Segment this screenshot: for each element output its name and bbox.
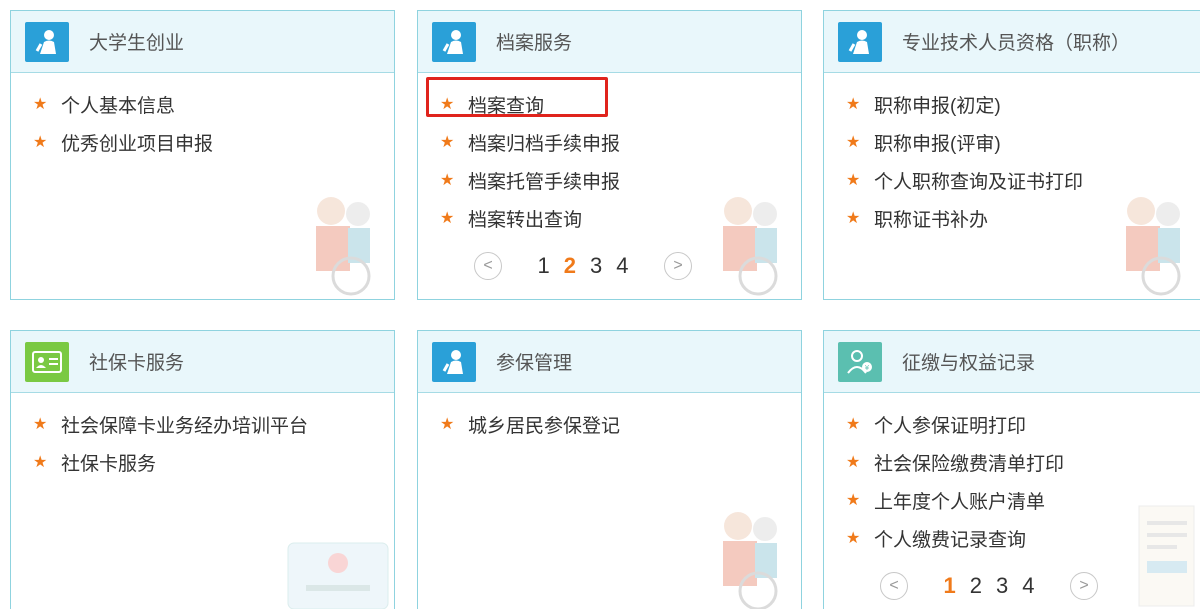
- card-header: 社保卡服务: [11, 331, 394, 393]
- pager-prev-button[interactable]: <: [880, 572, 908, 600]
- list-item[interactable]: ★ 社会保障卡业务经办培训平台: [11, 405, 394, 443]
- list-item[interactable]: ★ 个人参保证明打印: [824, 405, 1200, 443]
- elderly-illustration-icon: [723, 197, 778, 296]
- page-link[interactable]: 1: [538, 253, 550, 279]
- item-label: 个人缴费记录查询: [874, 529, 1027, 551]
- pagination: < 1 2 3 4 >: [474, 251, 692, 281]
- item-label: 社会保障卡业务经办培训平台: [61, 415, 309, 437]
- star-icon: ★: [846, 134, 861, 151]
- item-label: 档案归档手续申报: [468, 133, 621, 155]
- item-label: 档案转出查询: [468, 209, 583, 231]
- list-item[interactable]: ★ 城乡居民参保登记: [418, 405, 801, 443]
- item-label: 档案托管手续申报: [468, 171, 621, 193]
- card-social-security-card: 社保卡服务 ★ 社会保障卡业务经办培训平台 ★ 社保卡服务: [10, 330, 395, 609]
- item-label: 个人职称查询及证书打印: [874, 171, 1084, 193]
- page-link[interactable]: 4: [616, 253, 628, 279]
- item-label: 城乡居民参保登记: [468, 415, 621, 437]
- pager-pages: 1 2 3 4: [502, 253, 664, 279]
- list-item[interactable]: ★ 优秀创业项目申报: [11, 123, 394, 161]
- elderly-illustration-icon: [316, 197, 371, 296]
- item-label: 职称申报(初定): [874, 95, 1001, 117]
- item-label: 社会保险缴费清单打印: [874, 453, 1065, 475]
- receipts-illustration-icon: [1138, 505, 1195, 607]
- item-label: 职称申报(评审): [874, 133, 1001, 155]
- star-icon: ★: [33, 134, 48, 151]
- card-archives: 档案服务 ★ 档案查询 ★ 档案归档手续申报 ★ 档案托管手续申报 ★ 档案转出查询 <…: [417, 10, 802, 300]
- person-icon: [432, 341, 476, 382]
- person-icon: [838, 21, 882, 62]
- star-icon: ★: [846, 96, 861, 113]
- star-icon: ★: [846, 530, 861, 547]
- chevron-right-icon: >: [1079, 577, 1089, 594]
- list-item[interactable]: ★ 个人基本信息: [11, 85, 394, 123]
- card-header: 档案服务: [418, 11, 801, 73]
- card-contribution-records: ¥ 征缴与权益记录 ★ 个人参保证明打印 ★ 社会保险缴费清单打印 ★ 上年度个人账户…: [823, 330, 1200, 609]
- person-icon: [432, 21, 476, 62]
- elderly-illustration-icon: [1126, 197, 1181, 296]
- pager-prev-button[interactable]: <: [474, 252, 502, 280]
- star-icon: ★: [440, 416, 455, 433]
- list-item[interactable]: ★ 职称申报(评审): [824, 123, 1200, 161]
- list-item-archive-query[interactable]: ★ 档案查询: [418, 85, 801, 123]
- page-link-current[interactable]: 1: [944, 573, 956, 599]
- card-header: 专业技术人员资格（职称）: [824, 11, 1200, 73]
- star-icon: ★: [33, 96, 48, 113]
- chevron-right-icon: >: [673, 257, 683, 274]
- card-title: 社保卡服务: [89, 353, 185, 374]
- card-professional-title: 专业技术人员资格（职称） ★ 职称申报(初定) ★ 职称申报(评审) ★ 个人职称查询…: [823, 10, 1200, 300]
- id-card-icon: [25, 341, 69, 382]
- list-item[interactable]: ★ 社保卡服务: [11, 443, 394, 481]
- item-label: 职称证书补办: [874, 209, 989, 231]
- card-header: ¥ 征缴与权益记录: [824, 331, 1200, 393]
- list-item[interactable]: ★ 档案归档手续申报: [418, 123, 801, 161]
- star-icon: ★: [440, 96, 455, 113]
- card-title: 参保管理: [496, 353, 573, 374]
- item-label: 上年度个人账户清单: [874, 491, 1046, 513]
- star-icon: ★: [440, 172, 455, 189]
- chevron-left-icon: <: [889, 577, 899, 594]
- card-entrepreneurship: 大学生创业 ★ 个人基本信息 ★ 优秀创业项目申报: [10, 10, 395, 300]
- star-icon: ★: [846, 492, 861, 509]
- pager-pages: 1 2 3 4: [908, 573, 1070, 599]
- card-title: 征缴与权益记录: [902, 353, 1036, 374]
- svg-text:¥: ¥: [865, 364, 870, 372]
- social-security-card-illustration-icon: [287, 542, 389, 609]
- card-header: 参保管理: [418, 331, 801, 393]
- page-link-current[interactable]: 2: [564, 253, 576, 279]
- pager-next-button[interactable]: >: [664, 252, 692, 280]
- star-icon: ★: [33, 416, 48, 433]
- star-icon: ★: [846, 210, 861, 227]
- star-icon: ★: [440, 134, 455, 151]
- elderly-illustration-icon: [723, 512, 778, 609]
- item-label: 个人基本信息: [61, 95, 176, 117]
- star-icon: ★: [846, 172, 861, 189]
- item-label: 社保卡服务: [61, 453, 157, 475]
- person-icon: [25, 21, 69, 62]
- card-title: 大学生创业: [89, 33, 185, 54]
- pager-next-button[interactable]: >: [1070, 572, 1098, 600]
- page-link[interactable]: 3: [590, 253, 602, 279]
- item-label: 个人参保证明打印: [874, 415, 1027, 437]
- item-label: 优秀创业项目申报: [61, 133, 214, 155]
- item-label: 档案查询: [468, 95, 545, 117]
- star-icon: ★: [33, 454, 48, 471]
- pagination: < 1 2 3 4 >: [880, 571, 1098, 601]
- list-item[interactable]: ★ 职称申报(初定): [824, 85, 1200, 123]
- card-title: 档案服务: [496, 33, 573, 54]
- card-header: 大学生创业: [11, 11, 394, 73]
- star-icon: ★: [846, 454, 861, 471]
- list-item[interactable]: ★ 社会保险缴费清单打印: [824, 443, 1200, 481]
- star-icon: ★: [846, 416, 861, 433]
- person-search-icon: ¥: [838, 341, 882, 382]
- page-link[interactable]: 4: [1022, 573, 1034, 599]
- card-insurance-management: 参保管理 ★ 城乡居民参保登记: [417, 330, 802, 609]
- page-link[interactable]: 3: [996, 573, 1008, 599]
- star-icon: ★: [440, 210, 455, 227]
- page-link[interactable]: 2: [970, 573, 982, 599]
- chevron-left-icon: <: [483, 257, 493, 274]
- card-title: 专业技术人员资格（职称）: [902, 33, 1131, 54]
